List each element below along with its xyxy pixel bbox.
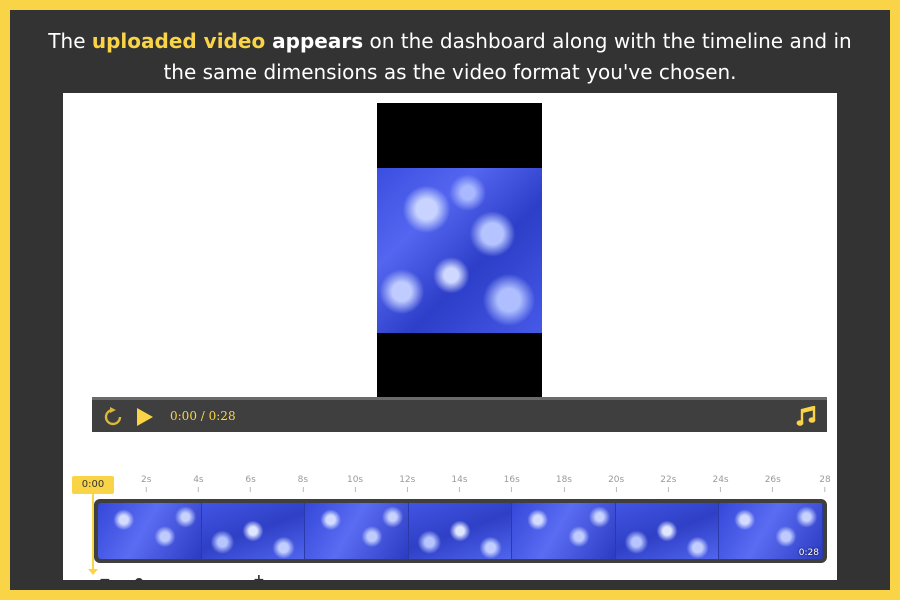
time-separator: / [196,409,209,423]
timeline-tick: 18s [556,475,572,492]
timeline-tick: 20s [608,475,624,492]
zoom-in-button[interactable]: + [253,572,265,588]
caption-part1: The [48,29,92,53]
zoom-slider-handle[interactable] [134,578,143,586]
timeline-tick: 4s [193,475,203,492]
timeline-tick: 16s [504,475,520,492]
timeline-tick: 10s [347,475,363,492]
timeline-tick: 24s [712,475,728,492]
clip-thumbnail [201,503,306,559]
timeline-tick: 14s [451,475,467,492]
clip-thumbnail [305,503,409,559]
zoom-out-button[interactable]: − [99,572,111,588]
timeline-ruler[interactable]: 2s 4s 6s 8s 10s 12s 14s 16s 18s 20s 22s 24s 26s 28 [92,475,831,497]
video-clip-track[interactable]: 0:28 [94,499,827,563]
timeline-tick: 12s [399,475,415,492]
replay-icon[interactable] [103,407,123,427]
tutorial-frame: The uploaded video appears on the dashbo… [0,0,900,600]
editor-dashboard: 0:00 / 0:28 2s 4s 6s 8s 10s 12s 14s 16s 18s 20s 22… [63,93,837,588]
play-icon[interactable] [136,407,154,427]
caption-bold: appears [265,29,364,53]
clip-thumbnails [98,503,823,559]
timeline-tick: 6s [245,475,255,492]
timeline-tick: 26s [765,475,781,492]
timeline-tick: 2s [141,475,151,492]
clip-thumbnail [615,503,720,559]
playhead-tip [88,569,98,575]
music-note-icon[interactable] [796,406,816,428]
timeline-tick: 8s [298,475,308,492]
video-preview[interactable] [377,103,542,399]
clip-thumbnail [512,503,616,559]
caption-text: The uploaded video appears on the dashbo… [30,26,870,88]
current-time: 0:00 [170,409,197,423]
timeline-tick: 28 [819,475,830,492]
total-time: 0:28 [208,409,236,423]
playhead-handle[interactable]: 0:00 [72,476,114,494]
clip-duration: 0:28 [798,548,819,558]
video-frame-image [377,168,542,333]
timeline-tick: 22s [660,475,676,492]
timeline-zoom: − + [99,572,265,588]
caption-highlight: uploaded video [91,29,266,53]
clip-thumbnail [408,503,513,559]
playback-time: 0:00 / 0:28 [170,409,236,423]
clip-thumbnail [98,503,202,559]
player-controls: 0:00 / 0:28 [92,397,827,432]
